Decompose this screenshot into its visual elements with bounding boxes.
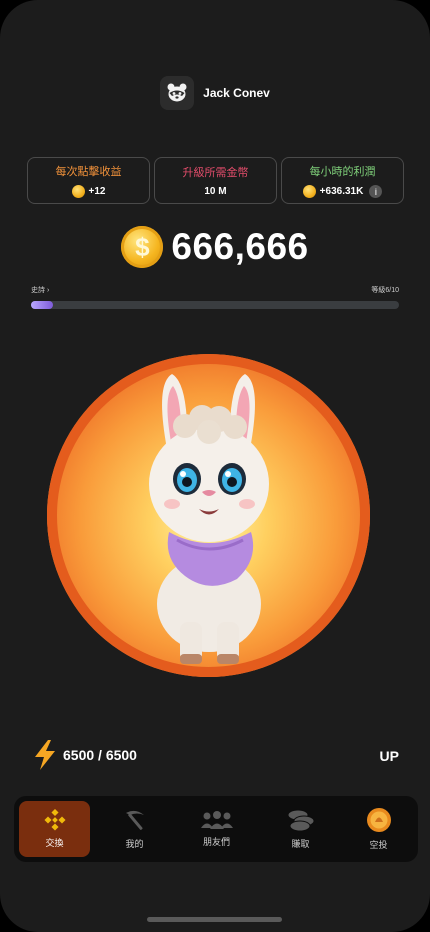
- home-indicator: [147, 917, 282, 922]
- card-value: +636.31K: [319, 186, 364, 197]
- card-hourly-profit[interactable]: 每小時的利潤 +636.31K i: [281, 157, 404, 204]
- coins-icon: [287, 809, 314, 832]
- balance-value: 666,666: [171, 226, 309, 267]
- phone-screen: Jack Conev 每次點擊收益 +12 升級所需金幣 10 M 每小時的利潤…: [0, 0, 430, 932]
- tab-label: 空投: [369, 840, 388, 850]
- rank-link[interactable]: 史詩 ›: [31, 285, 49, 295]
- tap-circle[interactable]: [47, 354, 370, 677]
- coin-icon: [302, 185, 316, 198]
- coin-symbol: $: [135, 231, 150, 262]
- card-upgrade-cost[interactable]: 升級所需金幣 10 M: [154, 157, 277, 204]
- dollar-coin-icon: $: [121, 226, 164, 268]
- raccoon-avatar-icon[interactable]: [160, 76, 195, 110]
- airdrop-coin-icon: [366, 808, 391, 832]
- tab-airdrop[interactable]: 空投: [343, 801, 414, 857]
- balance: $ 666,666: [0, 226, 430, 268]
- tab-label: 朋友們: [202, 837, 230, 847]
- tab-mine[interactable]: 我的: [99, 801, 170, 857]
- tab-label: 賺取: [291, 839, 310, 849]
- card-value-row: +12: [71, 185, 106, 198]
- coin-icon: [71, 185, 85, 198]
- pickaxe-icon: [125, 810, 144, 830]
- card-value-row: +636.31K i: [302, 185, 383, 198]
- level-progress-bar: [31, 301, 399, 309]
- stats-cards: 每次點擊收益 +12 升級所需金幣 10 M 每小時的利潤 +636.31K i: [27, 157, 404, 204]
- card-title: 升級所需金幣: [182, 167, 249, 179]
- info-icon[interactable]: i: [369, 185, 383, 198]
- tab-label: 交換: [45, 838, 64, 848]
- energy: 6500 / 6500: [33, 740, 137, 770]
- card-tap-earnings[interactable]: 每次點擊收益 +12: [27, 157, 150, 204]
- username: Jack Conev: [203, 86, 270, 100]
- llama-mascot-icon: [149, 374, 269, 664]
- binance-icon: [43, 809, 66, 831]
- progress-labels: 史詩 › 等級6/10: [31, 285, 399, 295]
- card-title: 每小時的利潤: [309, 166, 376, 178]
- bottom-nav: 交換 我的 朋友們 賺取 空投: [14, 796, 418, 862]
- lightning-icon: [35, 740, 55, 770]
- tab-friends[interactable]: 朋友們: [181, 801, 252, 857]
- tab-earn[interactable]: 賺取: [265, 801, 336, 857]
- tab-exchange[interactable]: 交換: [19, 801, 90, 857]
- energy-value: 6500 / 6500: [63, 747, 137, 763]
- card-value-row: 10 M: [204, 186, 226, 197]
- up-button[interactable]: UP: [380, 748, 399, 764]
- level-progress-fill: [31, 301, 54, 309]
- level-label: 等級6/10: [371, 287, 399, 294]
- card-value: +12: [88, 186, 106, 197]
- tab-label: 我的: [125, 839, 144, 849]
- card-title: 每次點擊收益: [55, 166, 122, 178]
- friends-icon: [200, 811, 233, 829]
- header: Jack Conev: [0, 76, 430, 110]
- card-value: 10 M: [204, 186, 227, 197]
